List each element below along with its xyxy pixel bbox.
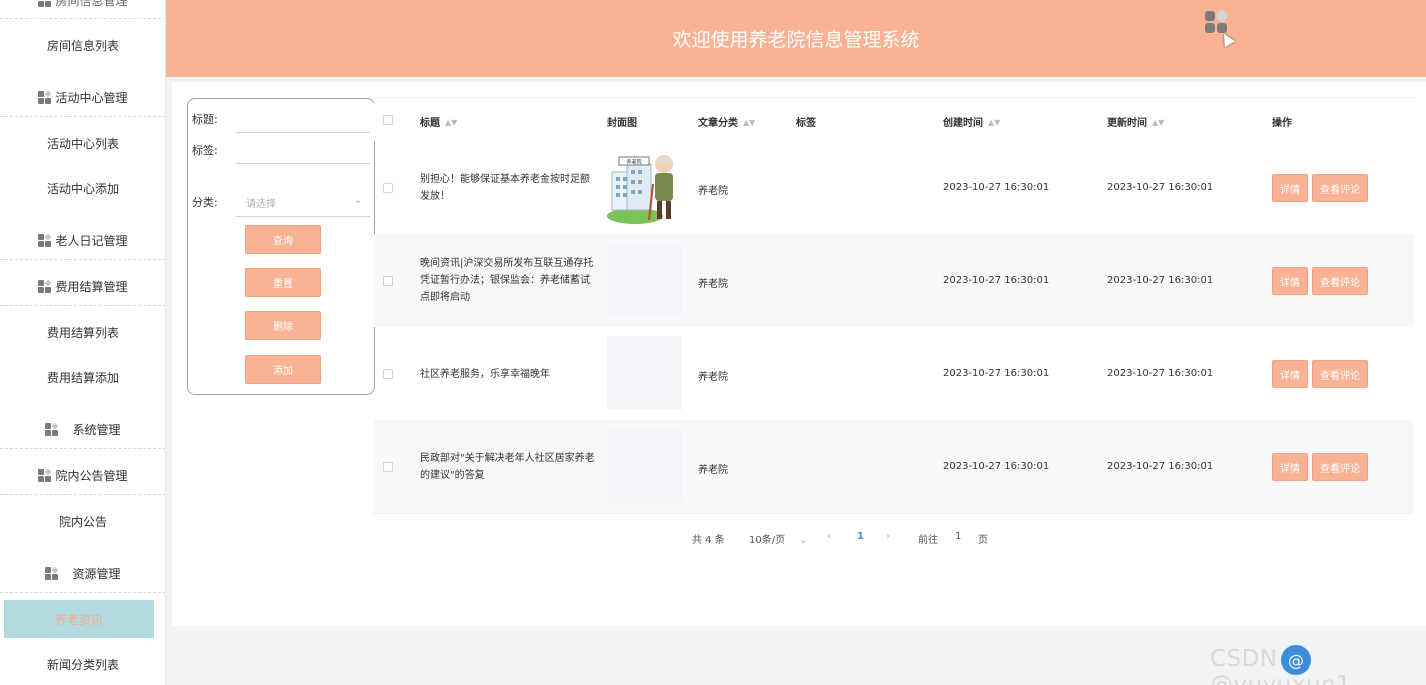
- header-updated[interactable]: 更新时间 ▲▼: [1107, 114, 1164, 129]
- cover-image: [607, 336, 682, 410]
- row-checkbox[interactable]: [383, 462, 393, 472]
- tag-input[interactable]: [236, 163, 370, 164]
- sidebar-item-news-category-list[interactable]: 新闻分类列表: [0, 656, 165, 673]
- row-category: 养老院: [698, 465, 728, 476]
- sort-icon: ▲▼: [743, 118, 756, 127]
- sidebar-item-fee-add[interactable]: 费用结算添加: [0, 369, 165, 386]
- row-updated: 2023-10-27 16:30:01: [1107, 182, 1214, 193]
- sort-icon: ▲▼: [988, 118, 1001, 127]
- row-category: 养老院: [698, 372, 728, 383]
- sort-icon: ▲▼: [1152, 118, 1165, 127]
- chevron-down-icon[interactable]: ⌄: [354, 195, 362, 206]
- tag-label: 标签:: [192, 144, 218, 157]
- header: 欢迎使用养老院信息管理系统: [166, 0, 1426, 77]
- table-row: 别担心！能够保证基本养老金按时足额发放！ 养老院 养老院 2023-10-27 …: [374, 141, 1414, 234]
- view-comments-button[interactable]: 查看评论: [1312, 267, 1368, 295]
- category-select[interactable]: 请选择: [246, 195, 276, 210]
- header-tags: 标签: [796, 118, 816, 129]
- sidebar-group-elder-diary[interactable]: 老人日记管理: [0, 232, 165, 249]
- next-page-icon[interactable]: ›: [886, 531, 890, 542]
- row-created: 2023-10-27 16:30:01: [943, 461, 1050, 472]
- sidebar-item-notice[interactable]: 院内公告: [0, 513, 165, 530]
- row-checkbox[interactable]: [383, 276, 393, 286]
- row-checkbox[interactable]: [383, 183, 393, 193]
- row-created: 2023-10-27 16:30:01: [943, 275, 1050, 286]
- row-category: 养老院: [698, 279, 728, 290]
- title-label: 标题:: [192, 113, 218, 126]
- select-all-checkbox[interactable]: [383, 115, 393, 125]
- at-badge-icon: @: [1281, 645, 1311, 675]
- row-title: 别担心！能够保证基本养老金按时足额发放！: [420, 174, 590, 202]
- table-header: 标题 ▲▼ 封面图 文章分类 ▲▼ 标签 创建时间 ▲▼ 更新时间 ▲▼ 操作: [374, 97, 1414, 141]
- watermark-text: CSDN @yuyuxun1: [1210, 646, 1352, 685]
- header-created[interactable]: 创建时间 ▲▼: [943, 114, 1000, 129]
- page-size-select[interactable]: 10条/页 ⌄: [749, 531, 807, 546]
- goto-label: 前往: [918, 535, 938, 546]
- page-suffix-label: 页: [978, 535, 988, 546]
- table-row: 社区养老服务，乐享幸福晚年 养老院 2023-10-27 16:30:01 20…: [374, 327, 1414, 420]
- sidebar-group-system[interactable]: 系统管理: [0, 421, 165, 438]
- sidebar-group-activity[interactable]: 活动中心管理: [0, 89, 165, 106]
- search-form: 标题: 标签: 分类: 请选择 ⌄ 查询 重置 删除 添加: [187, 98, 375, 395]
- view-comments-button[interactable]: 查看评论: [1312, 453, 1368, 481]
- pagination-total: 共 4 条: [692, 535, 725, 546]
- app-logo-icon[interactable]: [1204, 5, 1230, 35]
- sidebar-item-fee-list[interactable]: 费用结算列表: [0, 324, 165, 341]
- group-icon: [38, 90, 52, 104]
- sidebar-group-fees[interactable]: 费用结算管理: [0, 278, 165, 295]
- row-title: 民政部对"关于解决老年人社区居家养老的建议"的答复: [420, 453, 595, 481]
- chevron-down-icon: ⌄: [799, 535, 808, 546]
- row-created: 2023-10-27 16:30:01: [943, 182, 1050, 193]
- header-category[interactable]: 文章分类 ▲▼: [698, 114, 755, 129]
- detail-button[interactable]: 详情: [1272, 174, 1308, 202]
- group-icon: [45, 422, 59, 436]
- cover-image: [607, 243, 682, 317]
- row-updated: 2023-10-27 16:30:01: [1107, 368, 1214, 379]
- category-label: 分类:: [192, 196, 218, 209]
- group-icon: [38, 0, 52, 7]
- query-button[interactable]: 查询: [245, 225, 321, 254]
- header-title[interactable]: 标题 ▲▼: [420, 114, 457, 129]
- cover-image: [607, 429, 682, 503]
- reset-button[interactable]: 重置: [245, 268, 321, 297]
- table-row: 晚间资讯|沪深交易所发布互联互通存托凭证暂行办法；银保监会：养老储蓄试点即将启动…: [374, 234, 1414, 327]
- page-number-current[interactable]: 1: [857, 531, 864, 542]
- view-comments-button[interactable]: 查看评论: [1312, 360, 1368, 388]
- page-title: 欢迎使用养老院信息管理系统: [672, 29, 920, 51]
- add-button[interactable]: 添加: [245, 355, 321, 384]
- sidebar-item-activity-list[interactable]: 活动中心列表: [0, 135, 165, 152]
- header-cover: 封面图: [607, 118, 637, 129]
- title-input[interactable]: [236, 132, 370, 133]
- row-created: 2023-10-27 16:30:01: [943, 368, 1050, 379]
- group-icon: [38, 468, 52, 482]
- detail-button[interactable]: 详情: [1272, 453, 1308, 481]
- detail-button[interactable]: 详情: [1272, 360, 1308, 388]
- sidebar-group-room-info[interactable]: 房间信息管理: [0, 0, 165, 9]
- delete-button[interactable]: 删除: [245, 311, 321, 340]
- view-comments-button[interactable]: 查看评论: [1312, 174, 1368, 202]
- row-updated: 2023-10-27 16:30:01: [1107, 461, 1214, 472]
- row-title: 社区养老服务，乐享幸福晚年: [420, 369, 550, 380]
- sort-icon: ▲▼: [445, 118, 458, 127]
- row-category: 养老院: [698, 186, 728, 197]
- row-title: 晚间资讯|沪深交易所发布互联互通存托凭证暂行办法；银保监会：养老储蓄试点即将启动: [420, 258, 594, 303]
- svg-text:养老院: 养老院: [626, 159, 641, 166]
- group-icon: [38, 279, 52, 293]
- sidebar-group-notice[interactable]: 院内公告管理: [0, 467, 165, 484]
- table-row: 民政部对"关于解决老年人社区居家养老的建议"的答复 养老院 2023-10-27…: [374, 420, 1414, 513]
- detail-button[interactable]: 详情: [1272, 267, 1308, 295]
- sidebar-group-resources[interactable]: 资源管理: [0, 565, 165, 582]
- sidebar-item-elder-news[interactable]: 养老资讯: [4, 600, 154, 638]
- group-icon: [38, 233, 52, 247]
- group-icon: [45, 566, 59, 580]
- header-actions: 操作: [1272, 118, 1292, 129]
- sidebar-item-room-list[interactable]: 房间信息列表: [0, 37, 165, 54]
- row-checkbox[interactable]: [383, 369, 393, 379]
- sidebar-item-activity-add[interactable]: 活动中心添加: [0, 180, 165, 197]
- prev-page-icon[interactable]: ‹: [827, 531, 831, 542]
- cover-image: 养老院: [607, 150, 682, 226]
- row-updated: 2023-10-27 16:30:01: [1107, 275, 1214, 286]
- goto-page-input[interactable]: 1: [955, 531, 961, 542]
- sidebar: 房间信息管理 房间信息列表 活动中心管理 活动中心列表 活动中心添加 老人日记管…: [0, 0, 166, 685]
